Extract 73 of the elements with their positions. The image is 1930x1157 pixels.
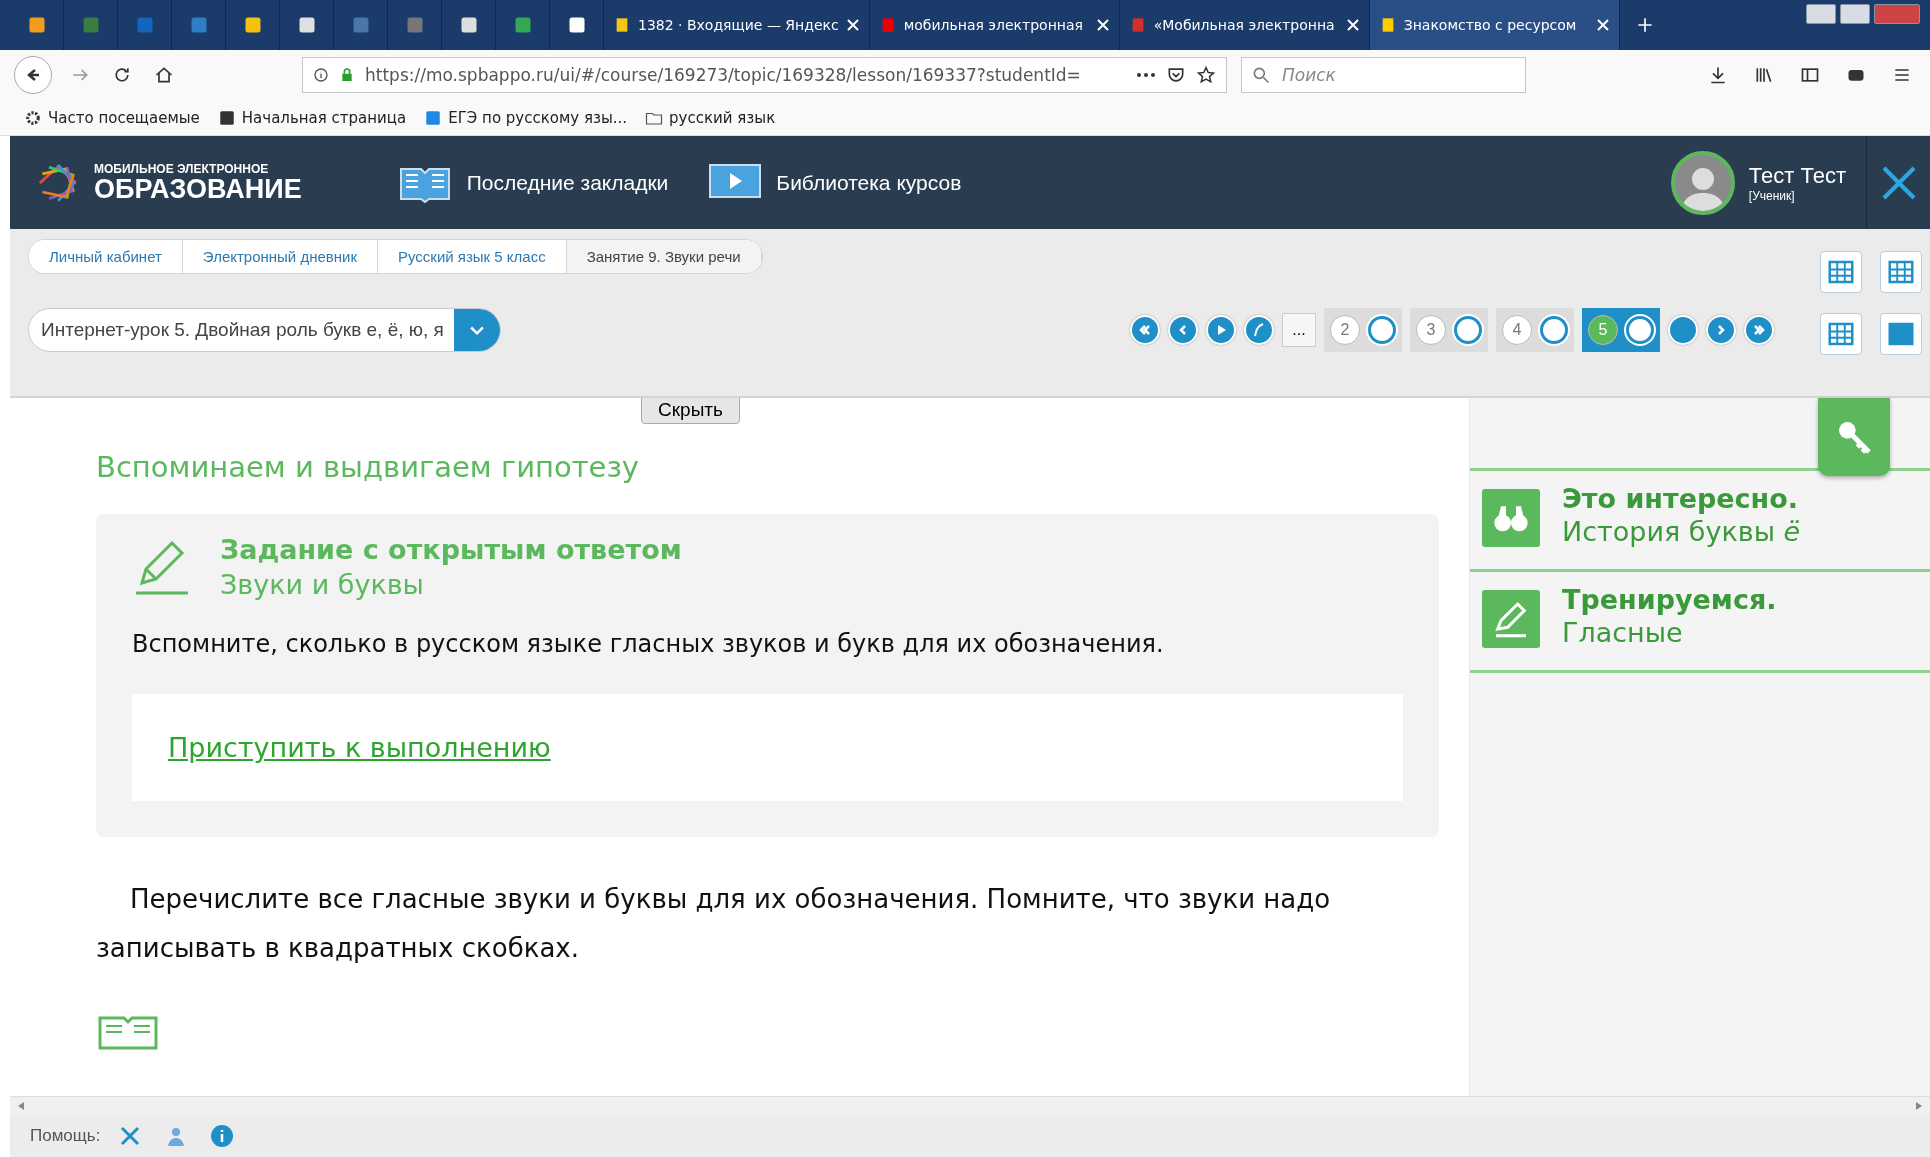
more-pages-button[interactable]: ... — [1282, 313, 1316, 347]
dot-button[interactable] — [1668, 315, 1698, 345]
download-icon — [1708, 65, 1728, 85]
task-subtitle: Звуки и буквы — [220, 569, 425, 600]
task-title: Задание с открытым ответом — [220, 534, 682, 565]
lock-icon — [339, 67, 355, 83]
page-step-button[interactable]: 4 — [1496, 308, 1574, 352]
feather-button[interactable] — [1244, 315, 1274, 345]
user-name: Тест Тест — [1748, 162, 1846, 189]
url-field[interactable]: https://mo.spbappo.ru/ui/#/course/169273/topic/169328/lesson/169337?studentId= — [302, 57, 1227, 93]
more-icon — [1136, 72, 1156, 78]
maximize-button[interactable] — [1840, 4, 1870, 24]
browser-tab[interactable]: Знакомство с ресурсом — [1369, 0, 1620, 50]
play-icon — [1215, 324, 1227, 336]
side-item-subtitle: История буквы ё — [1562, 516, 1801, 547]
header-nav-link[interactable]: Последние закладки — [396, 162, 669, 203]
last-page-button[interactable] — [1744, 315, 1774, 345]
double-chevron-left-icon — [1138, 323, 1152, 337]
section-title: Вспоминаем и выдвигаем гипотезу — [96, 450, 641, 484]
site-icon — [614, 17, 630, 33]
hide-button[interactable]: Скрыть — [641, 398, 740, 424]
tool-button[interactable] — [1820, 313, 1862, 355]
close-icon[interactable] — [1346, 19, 1359, 31]
first-page-button[interactable] — [1130, 315, 1160, 345]
lesson-dropdown[interactable]: Интернет-урок 5. Двойная роль букв е, ё, ю, я — [28, 308, 501, 352]
back-button[interactable] — [14, 56, 52, 94]
bookmark-link[interactable]: русский язык — [645, 108, 776, 127]
close-icon[interactable] — [1596, 19, 1609, 31]
tool-button[interactable] — [1880, 313, 1922, 355]
feather-icon — [1253, 323, 1265, 337]
side-item-subtitle: Гласные — [1562, 617, 1684, 648]
minimize-button[interactable] — [1806, 4, 1836, 24]
bookmark-link[interactable]: Часто посещаемые — [24, 108, 200, 127]
breadcrumb-link[interactable]: Личный кабинет — [29, 240, 183, 273]
side-item-title: Это интересно. — [1562, 483, 1800, 514]
site-icon — [424, 108, 443, 127]
play-button[interactable] — [1206, 315, 1236, 345]
header-nav-link[interactable]: Библиотека курсов — [708, 162, 962, 203]
reload-icon — [112, 65, 132, 85]
sidebar-icon — [1800, 65, 1820, 85]
tool-button[interactable] — [1820, 251, 1862, 293]
info-icon — [313, 67, 329, 83]
star-icon — [1196, 65, 1216, 85]
side-item-title: Тренируемся. — [1562, 584, 1777, 615]
logo-caption: МОБИЛЬНОЕ ЭЛЕКТРОННОЕ — [94, 162, 270, 176]
scroll-right-icon[interactable] — [1916, 1102, 1922, 1110]
tool-button[interactable] — [1880, 251, 1922, 293]
double-chevron-right-icon — [1752, 323, 1766, 337]
page-step-button[interactable]: 2 — [1324, 308, 1402, 352]
close-icon[interactable] — [846, 19, 859, 31]
horizontal-scrollbar[interactable] — [10, 1096, 1930, 1115]
prev-page-button[interactable] — [1168, 315, 1198, 345]
help-label: Помощь: — [30, 1126, 101, 1146]
bookmark-link[interactable]: Начальная страница — [217, 108, 407, 127]
arrow-left-icon — [26, 68, 40, 82]
search-field[interactable]: Поиск — [1241, 57, 1526, 93]
gear-icon — [24, 108, 42, 127]
home-icon — [154, 65, 174, 85]
user-role: [Ученик] — [1748, 188, 1796, 203]
close-icon[interactable] — [1096, 19, 1109, 31]
task-paragraph: Перечислите все гласные звуки и буквы для их обозначения. Помните, что звуки надо записывать в квадратных скобках. — [96, 883, 1332, 966]
next-page-button[interactable] — [1706, 315, 1736, 345]
info-icon — [210, 1124, 235, 1148]
task-text: Вспомните, сколько в русском языке гласных звуков и букв для их обозначения. — [132, 630, 1165, 658]
breadcrumb-link[interactable]: Занятие 9. Звуки речи — [566, 240, 762, 273]
pocket-icon — [1166, 65, 1186, 85]
page-step-button[interactable]: 3 — [1410, 308, 1488, 352]
site-icon — [217, 108, 236, 127]
library-icon — [1754, 65, 1774, 85]
key-button[interactable] — [1818, 398, 1890, 476]
scroll-left-icon[interactable] — [18, 1102, 24, 1110]
bookmark-link[interactable]: ЕГЭ по русскому язы... — [424, 108, 628, 127]
logo-title: ОБРАЗОВАНИЕ — [94, 176, 302, 203]
